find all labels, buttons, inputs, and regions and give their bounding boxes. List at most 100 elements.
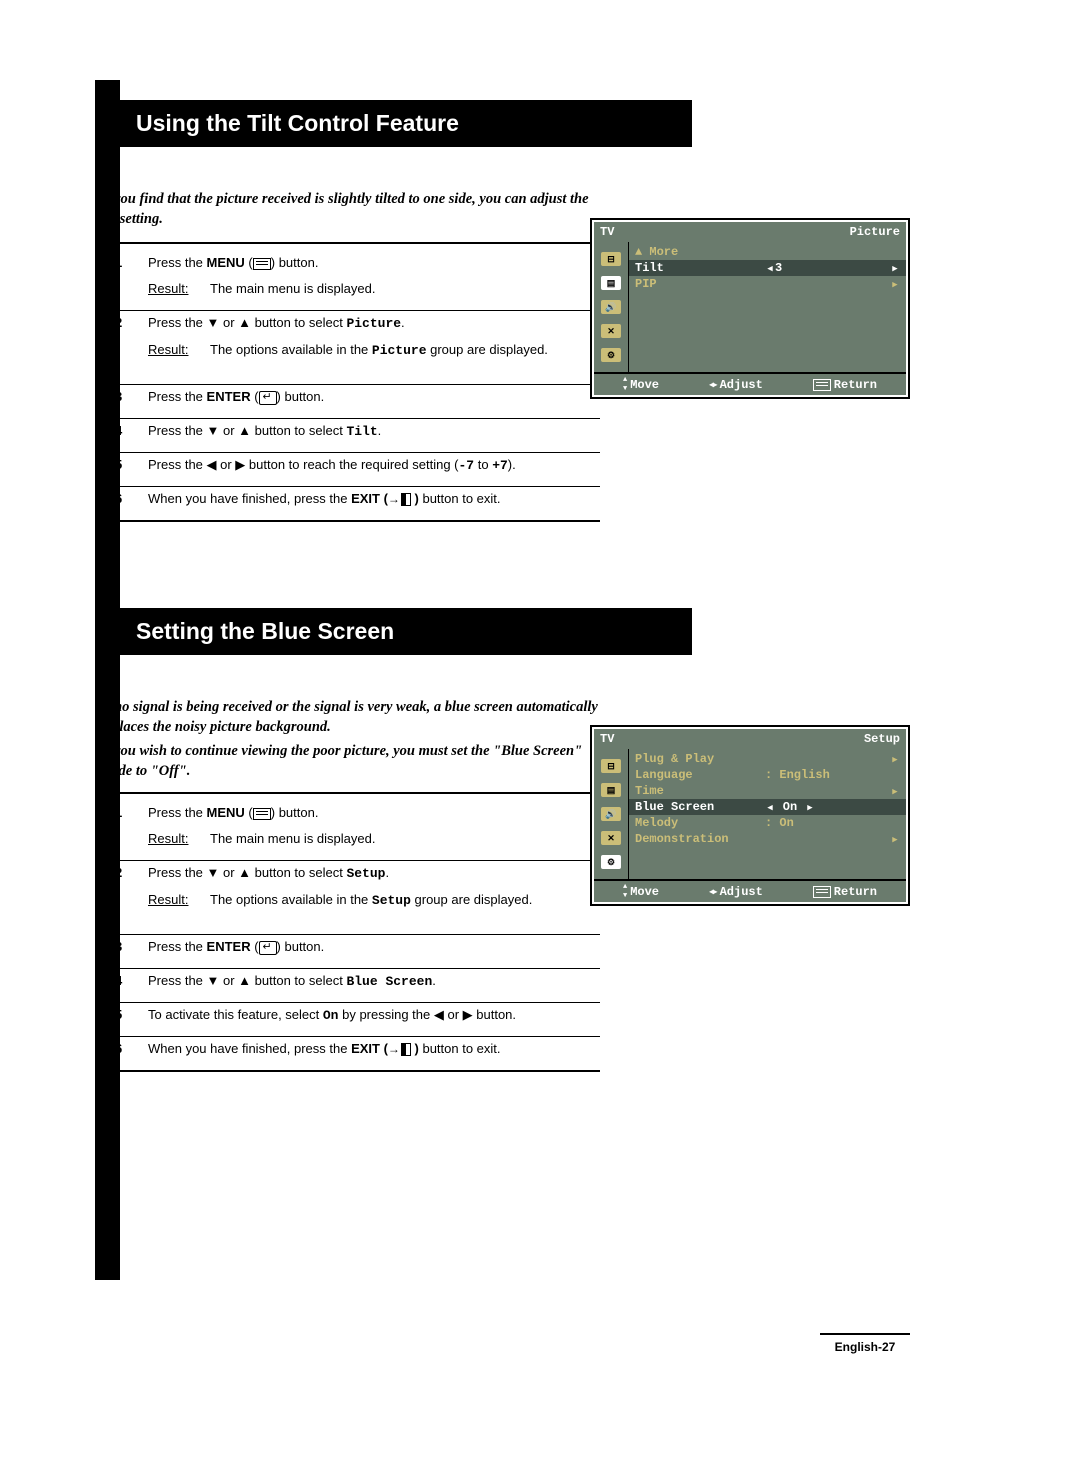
osd-return-hint: Return <box>813 377 877 392</box>
arrow-right-icon[interactable] <box>890 277 900 291</box>
bold-text: ENTER <box>207 389 251 404</box>
arrow-left-icon[interactable] <box>765 800 775 814</box>
osd-row-plugplay[interactable]: Plug & Play <box>629 751 906 767</box>
osd-sidebar <box>594 749 628 879</box>
arrow-right-icon[interactable] <box>890 784 900 798</box>
arrow-right-icon[interactable] <box>805 800 815 814</box>
osd-row-pip[interactable]: PIP <box>629 276 906 292</box>
menu-icon <box>813 379 831 391</box>
osd-row-language[interactable]: Language : English <box>629 767 906 783</box>
page-number: English-27 <box>820 1333 910 1354</box>
step-number: 3 <box>115 938 122 957</box>
step-body: Press the ▼ or ▲ button to select Pictur… <box>148 314 600 361</box>
bold-text: ENTER <box>207 939 251 954</box>
osd-row-tilt[interactable]: Tilt 3 <box>629 260 906 276</box>
rule <box>100 418 600 419</box>
osd-tv-label: TV <box>600 732 614 746</box>
step-result: Result:The main menu is displayed. <box>148 280 600 299</box>
step-number: 2 <box>115 314 122 333</box>
arrow-right-icon[interactable] <box>890 832 900 846</box>
input-icon <box>601 252 621 266</box>
arrow-left-icon[interactable] <box>765 261 775 275</box>
menu-icon <box>813 886 831 898</box>
osd-footer: Move Adjust Return <box>594 372 906 395</box>
osd-tv-label: TV <box>600 225 614 239</box>
arrow-right-icon[interactable] <box>890 261 900 275</box>
step-number: 3 <box>115 388 122 407</box>
rule <box>100 1070 600 1072</box>
intro-blue-2-text: If you wish to continue viewing the poor… <box>100 743 582 779</box>
mono-text: -7 <box>459 458 475 473</box>
rule <box>100 1036 600 1037</box>
osd-content: Plug & Play Language : English Time Blue… <box>629 749 906 879</box>
step-body: Press the ENTER () button. <box>148 938 600 957</box>
menu-icon <box>253 808 271 820</box>
osd-row-bluescreen[interactable]: Blue Screen On <box>629 799 906 815</box>
step-body: Press the ▼ or ▲ button to select Setup.… <box>148 864 600 911</box>
step-number: 1 <box>115 804 122 823</box>
osd-adjust-hint: Adjust <box>709 884 763 899</box>
osd-row-melody[interactable]: Melody : On <box>629 815 906 831</box>
intro-tilt-text: If you find that the picture received is… <box>100 191 589 227</box>
step-result: Result:The options available in the Setu… <box>148 891 600 911</box>
setup-icon <box>601 348 621 362</box>
tilt-step-6: 6When you have finished, press the EXIT … <box>100 490 600 509</box>
sound-icon <box>601 807 621 821</box>
step-result: Result:The main menu is displayed. <box>148 830 600 849</box>
osd-titlebar: TV Setup <box>594 729 906 749</box>
osd-row-demonstration[interactable]: Demonstration <box>629 831 906 847</box>
bold-text: EXIT ( <box>351 1041 388 1056</box>
rule <box>100 792 600 794</box>
heading-blue-screen: Setting the Blue Screen <box>120 608 692 655</box>
rule <box>100 1002 600 1003</box>
step-body: Press the ENTER () button. <box>148 388 600 407</box>
bold-text: EXIT ( <box>351 491 388 506</box>
rule <box>100 384 600 385</box>
bold-text: MENU <box>207 805 245 820</box>
step-number: 5 <box>115 1006 122 1025</box>
step-number: 4 <box>115 422 122 441</box>
osd-titlebar: TV Picture <box>594 222 906 242</box>
enter-icon <box>259 391 277 405</box>
mono-text: Tilt <box>346 424 377 439</box>
bold-text: ) <box>411 491 419 506</box>
updown-icon <box>623 377 627 392</box>
osd-row-time[interactable]: Time <box>629 783 906 799</box>
setup-icon <box>601 855 621 869</box>
blue-step-2: 2Press the ▼ or ▲ button to select Setup… <box>100 864 600 911</box>
step-number: 1 <box>115 254 122 273</box>
rule <box>100 520 600 522</box>
rule <box>100 242 600 244</box>
osd-row-more[interactable]: ▲ More <box>629 244 906 260</box>
osd-move-hint: Move <box>623 884 659 899</box>
exit-icon <box>388 491 411 508</box>
step-body: Press the ◀ or ▶ button to reach the req… <box>148 456 600 476</box>
intro-tilt: If you find that the picture received is… <box>100 190 600 229</box>
step-body: When you have finished, press the EXIT (… <box>148 490 600 509</box>
exit-icon <box>388 1041 411 1058</box>
result-label: Result: <box>148 341 210 360</box>
arrow-right-icon[interactable] <box>890 752 900 766</box>
picture-icon <box>601 276 621 290</box>
mono-text: On <box>323 1008 339 1023</box>
osd-sidebar <box>594 242 628 372</box>
step-number: 4 <box>115 972 122 991</box>
osd-setup-menu: TV Setup Plug & Play Langu <box>590 725 910 906</box>
rule <box>100 310 600 311</box>
step-body: Press the MENU () button.Result:The main… <box>148 804 600 849</box>
heading-tilt-control: Using the Tilt Control Feature <box>120 100 692 147</box>
step-body: Press the ▼ or ▲ button to select Blue S… <box>148 972 600 992</box>
osd-tilt-value: 3 <box>775 261 890 275</box>
result-text: The main menu is displayed. <box>210 830 590 849</box>
mono-text: Setup <box>346 866 385 881</box>
mono-text: Picture <box>346 316 401 331</box>
result-text: The main menu is displayed. <box>210 280 590 299</box>
manual-page: Using the Tilt Control Feature If you fi… <box>0 0 1080 1469</box>
leftright-icon <box>709 380 717 390</box>
input-icon <box>601 759 621 773</box>
mono-text: Picture <box>372 343 427 358</box>
channel-icon <box>601 324 621 338</box>
channel-icon <box>601 831 621 845</box>
step-body: To activate this feature, select On by p… <box>148 1006 600 1026</box>
mono-text: Setup <box>372 893 411 908</box>
